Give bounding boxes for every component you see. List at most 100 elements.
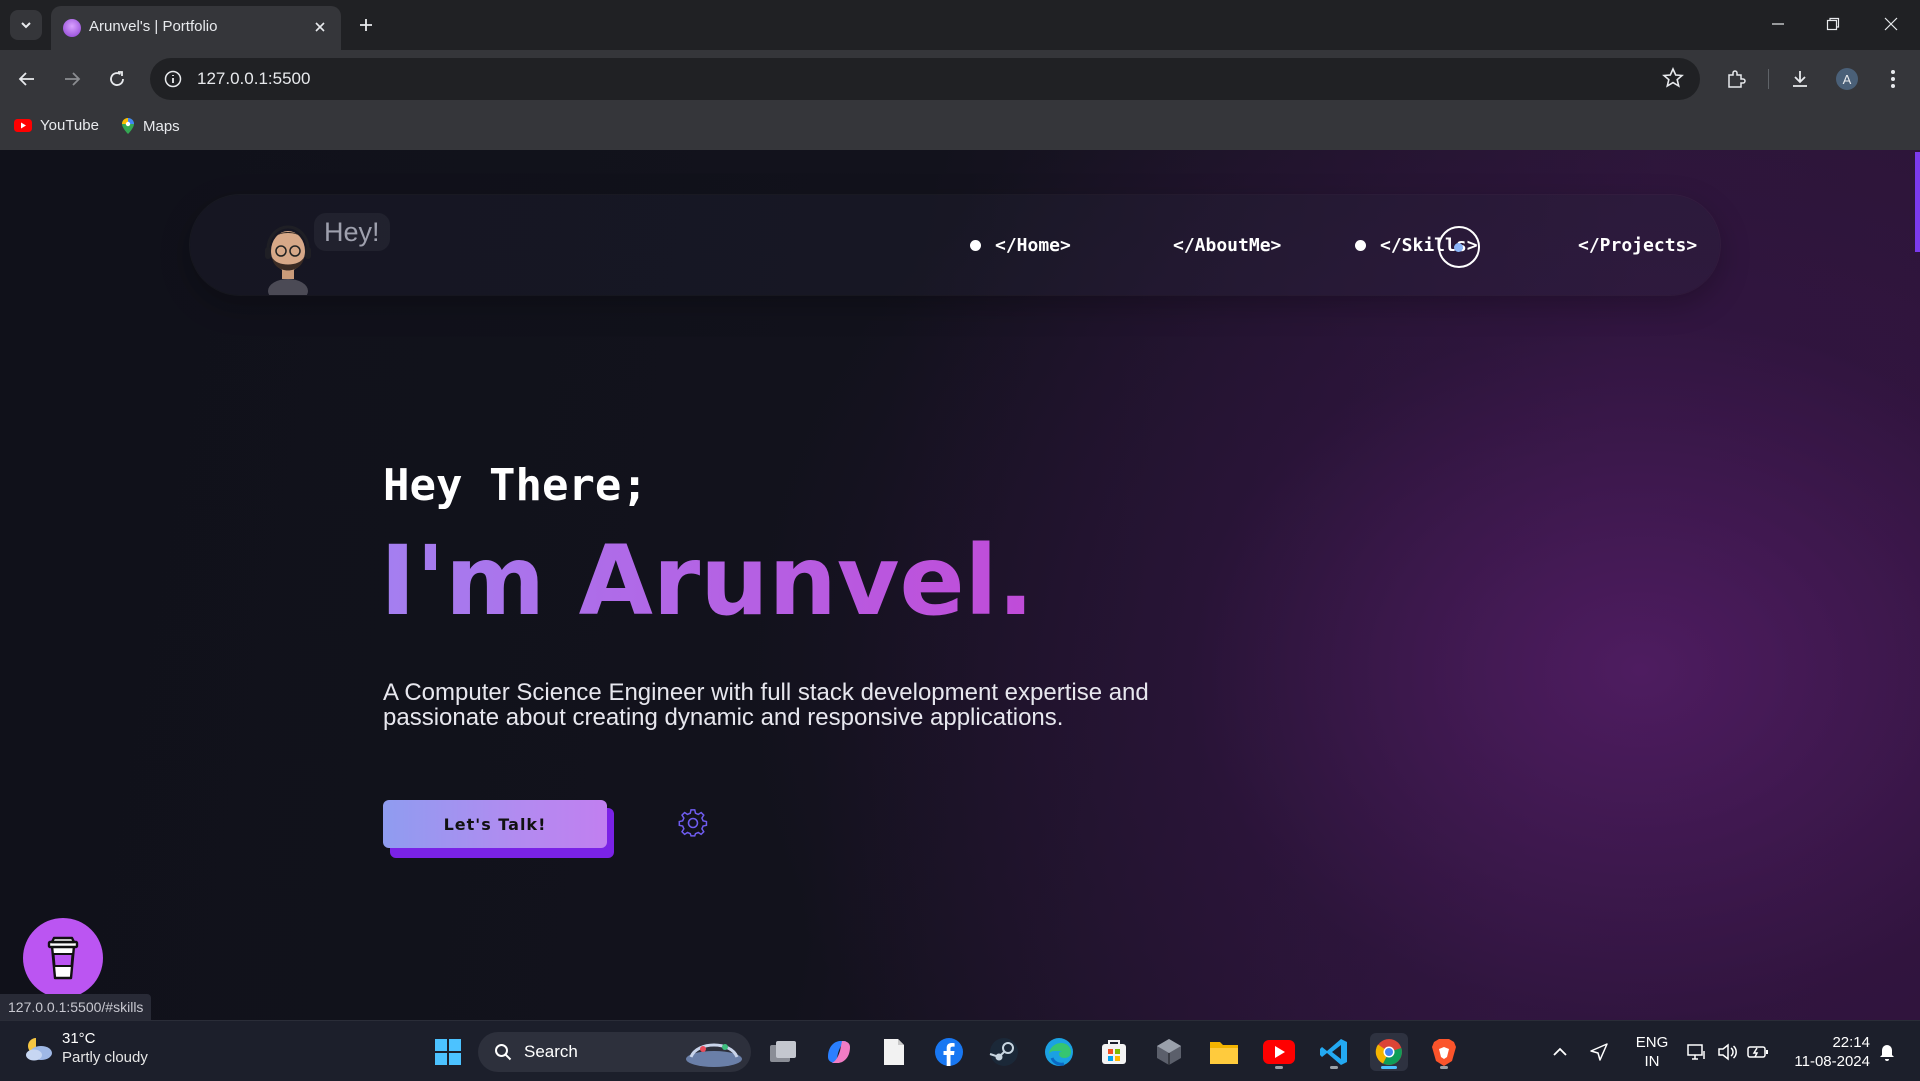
- downloads-button[interactable]: [1784, 63, 1816, 95]
- taskbar-file-explorer[interactable]: [1205, 1033, 1243, 1071]
- taskbar-steam[interactable]: [985, 1033, 1023, 1071]
- minimize-icon: [1772, 23, 1784, 25]
- restore-button[interactable]: [1813, 8, 1853, 40]
- hero-subtitle: Hey There;: [383, 460, 648, 511]
- more-vert-icon: [1891, 70, 1895, 88]
- browser-tab-active[interactable]: Arunvel's | Portfolio: [51, 6, 341, 50]
- weather-widget[interactable]: 31°C Partly cloudy: [22, 1029, 148, 1067]
- folder-icon: [1210, 1042, 1238, 1064]
- tab-search-dropdown-button[interactable]: [10, 10, 42, 40]
- file-icon: [884, 1039, 904, 1065]
- active-dot: [970, 240, 981, 251]
- buy-me-a-coffee-button[interactable]: [23, 918, 103, 998]
- nav-link-label: </AboutMe>: [1173, 235, 1282, 256]
- bookmark-maps[interactable]: Maps: [121, 117, 180, 135]
- page-scrollbar-thumb[interactable]: [1915, 152, 1920, 252]
- minimize-button[interactable]: [1758, 8, 1798, 40]
- taskbar-search-box[interactable]: Search: [478, 1032, 751, 1072]
- tab-title: Arunvel's | Portfolio: [89, 18, 218, 35]
- browser-menu-button[interactable]: [1877, 63, 1909, 95]
- puzzle-icon: [1728, 70, 1746, 88]
- copilot-icon: [828, 1041, 850, 1063]
- bookmark-label: Maps: [143, 117, 180, 135]
- gear-icon[interactable]: [678, 808, 708, 838]
- facebook-icon: [935, 1038, 963, 1066]
- input-language-indicator[interactable]: ENG IN: [1630, 1033, 1674, 1071]
- site-info-button[interactable]: [160, 66, 186, 92]
- close-window-button[interactable]: [1871, 8, 1911, 40]
- taskbar-facebook[interactable]: [930, 1033, 968, 1071]
- task-view-icon: [770, 1041, 796, 1062]
- profile-button[interactable]: A: [1831, 63, 1863, 95]
- show-hidden-icons-button[interactable]: [1545, 1033, 1575, 1071]
- taskbar-notepad[interactable]: [875, 1033, 913, 1071]
- running-indicator: [1330, 1066, 1338, 1069]
- restore-icon: [1826, 17, 1840, 31]
- site-navbar: Hey! </Home> </AboutMe> </Skills> </Proj…: [190, 195, 1720, 295]
- location-tray-button[interactable]: [1584, 1033, 1614, 1071]
- active-indicator: [1381, 1066, 1397, 1069]
- chevron-up-icon: [1553, 1047, 1567, 1056]
- notifications-button[interactable]: [1872, 1033, 1902, 1071]
- address-bar[interactable]: 127.0.0.1:5500: [150, 58, 1700, 100]
- taskbar-copilot[interactable]: [820, 1033, 858, 1071]
- avatar: [265, 225, 311, 295]
- taskbar-microsoft-store[interactable]: [1095, 1033, 1133, 1071]
- back-button[interactable]: [11, 63, 43, 95]
- clock[interactable]: 22:14 11-08-2024: [1780, 1033, 1870, 1071]
- network-icon: [1687, 1044, 1705, 1060]
- lets-talk-button[interactable]: Let's Talk!: [383, 800, 607, 848]
- language-code: ENG: [1635, 1034, 1669, 1051]
- start-button[interactable]: [429, 1033, 467, 1071]
- quick-settings-button[interactable]: [1683, 1033, 1773, 1071]
- youtube-icon: [14, 119, 32, 132]
- download-icon: [1793, 71, 1807, 87]
- bookmark-star-button[interactable]: [1662, 67, 1684, 94]
- taskbar-app-cube[interactable]: [1150, 1033, 1188, 1071]
- chevron-down-icon: [21, 22, 31, 29]
- search-label: Search: [524, 1042, 578, 1061]
- close-icon: [315, 22, 325, 32]
- avatar-greeting: Hey!: [314, 213, 390, 251]
- taskbar-task-view[interactable]: [764, 1033, 802, 1071]
- link-hover-status: 127.0.0.1:5500/#skills: [0, 994, 152, 1020]
- browser-tab-strip: Arunvel's | Portfolio: [0, 0, 1920, 50]
- nav-link-aboutme[interactable]: </AboutMe>: [1173, 235, 1281, 256]
- profile-avatar: A: [1836, 68, 1858, 90]
- new-tab-button[interactable]: [352, 11, 380, 39]
- taskbar-brave[interactable]: [1425, 1033, 1463, 1071]
- extensions-button[interactable]: [1720, 63, 1752, 95]
- close-icon: [1884, 17, 1898, 31]
- tab-close-button[interactable]: [309, 16, 331, 38]
- taskbar-chrome[interactable]: [1370, 1033, 1408, 1071]
- brave-icon: [1432, 1039, 1456, 1066]
- taskbar-vscode[interactable]: [1315, 1033, 1353, 1071]
- bookmark-youtube[interactable]: YouTube: [14, 117, 99, 134]
- plus-icon: [360, 19, 372, 31]
- bookmark-label: YouTube: [40, 117, 99, 134]
- search-highlight-icon: [686, 1043, 742, 1067]
- star-icon: [1662, 67, 1684, 88]
- bookmarks-bar: YouTube Maps: [0, 108, 1920, 150]
- reload-button[interactable]: [101, 63, 133, 95]
- windows-logo-icon: [435, 1039, 461, 1065]
- taskbar-youtube[interactable]: [1260, 1033, 1298, 1071]
- volume-icon: [1718, 1043, 1737, 1061]
- nav-link-label: </Home>: [995, 235, 1071, 256]
- nav-link-home[interactable]: </Home>: [970, 235, 1071, 256]
- cube-app-icon: [1157, 1039, 1181, 1065]
- portfolio-page: Hey! </Home> </AboutMe> </Skills> </Proj…: [0, 150, 1920, 1020]
- weather-temperature: 31°C: [62, 1030, 96, 1047]
- taskbar-edge[interactable]: [1040, 1033, 1078, 1071]
- search-icon: [495, 1044, 512, 1061]
- url-text[interactable]: 127.0.0.1:5500: [197, 69, 310, 89]
- battery-icon: [1747, 1046, 1768, 1058]
- coffee-cup-icon: [47, 936, 79, 980]
- forward-button[interactable]: [56, 63, 88, 95]
- nav-link-projects[interactable]: </Projects>: [1578, 235, 1697, 256]
- arrow-left-icon: [18, 72, 34, 86]
- running-indicator: [1440, 1066, 1448, 1069]
- toolbar-divider: [1768, 69, 1769, 89]
- hero-description: A Computer Science Engineer with full st…: [383, 679, 1149, 731]
- vscode-icon: [1320, 1039, 1347, 1065]
